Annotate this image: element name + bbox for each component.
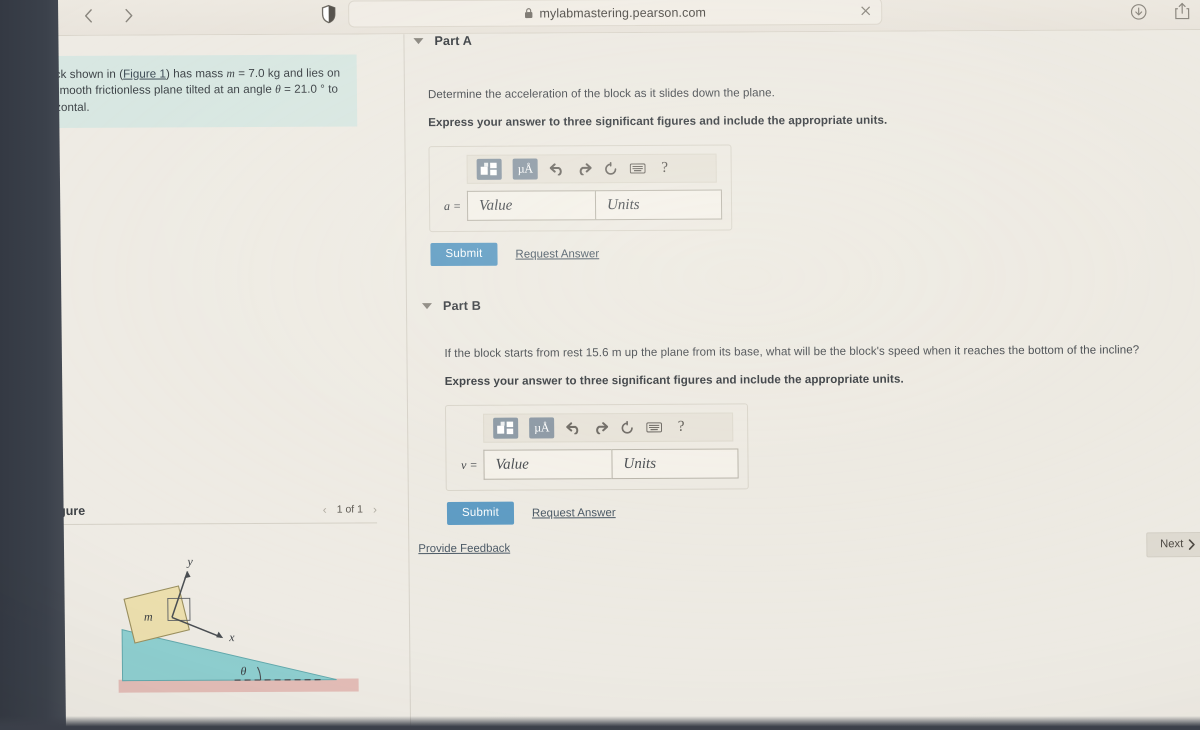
part-a-header[interactable]: Part A xyxy=(405,30,1200,48)
part-a-units-input[interactable]: Units xyxy=(594,189,723,221)
part-b-answer-widget: µÅ ? v = Value Units xyxy=(444,403,749,491)
chevron-right-icon xyxy=(1188,538,1195,550)
help-icon[interactable]: ? xyxy=(657,160,673,176)
next-button[interactable]: Next xyxy=(1145,532,1200,558)
template-icon[interactable] xyxy=(476,158,502,180)
figure-1-link[interactable]: Figure 1 xyxy=(123,67,166,80)
part-b-title: Part B xyxy=(442,298,482,314)
part-b-question: If the block starts from rest 15.6 m up … xyxy=(444,343,1140,360)
keyboard-icon[interactable] xyxy=(629,160,646,176)
part-a-actions: Submit Request Answer xyxy=(429,239,1200,267)
forward-arrow-icon[interactable] xyxy=(116,4,140,28)
problem-text-after-link: ) has mass xyxy=(165,67,227,81)
part-a-body: Determine the acceleration of the block … xyxy=(406,84,1200,267)
reset-icon[interactable] xyxy=(619,420,635,436)
part-a-request-answer-link[interactable]: Request Answer xyxy=(515,248,599,260)
part-a-section: Part A Determine the acceleration of the… xyxy=(405,30,1200,267)
svg-text:m: m xyxy=(144,610,153,624)
units-icon[interactable]: µÅ xyxy=(529,417,555,439)
part-a-value-input[interactable]: Value xyxy=(466,190,596,221)
redo-icon[interactable] xyxy=(592,420,608,436)
part-b-variable-label: v = xyxy=(461,457,478,472)
figure-header: Figure ‹ 1 of 1 › xyxy=(46,502,378,526)
chevron-left-icon[interactable]: ‹ xyxy=(323,503,327,517)
figure-page-count: 1 of 1 xyxy=(336,503,364,516)
share-icon[interactable] xyxy=(1170,0,1194,23)
mass-symbol: m xyxy=(226,67,235,81)
part-a-instruction: Express your answer to three significant… xyxy=(428,113,888,130)
part-b-units-input[interactable]: Units xyxy=(611,448,739,480)
photo-bottom-bezel xyxy=(0,716,1200,730)
address-bar-text: mylabmastering.pearson.com xyxy=(539,5,707,21)
privacy-shield-icon[interactable] xyxy=(321,4,336,29)
browser-window: mylabmastering.pearson.com The block sho xyxy=(0,0,1200,730)
units-icon[interactable]: µÅ xyxy=(512,158,538,180)
svg-text:y: y xyxy=(186,554,193,568)
redo-icon[interactable] xyxy=(576,161,592,177)
part-b-actions: Submit Request Answer xyxy=(446,498,1200,525)
part-b-input-row: v = Value Units xyxy=(455,448,739,480)
part-a-title: Part A xyxy=(434,33,473,49)
part-a-toolbar: µÅ ? xyxy=(466,153,717,184)
part-b-submit-button[interactable]: Submit xyxy=(446,501,515,525)
back-arrow-icon[interactable] xyxy=(76,4,100,28)
page-footer: Provide Feedback Next xyxy=(418,532,1200,561)
svg-text:θ: θ xyxy=(240,664,246,678)
answer-panel-column: Part A Determine the acceleration of the… xyxy=(405,29,1200,730)
part-a-variable-label: a = xyxy=(443,198,462,213)
keyboard-icon[interactable] xyxy=(646,419,663,435)
figure-pager: ‹ 1 of 1 › xyxy=(323,502,377,516)
undo-icon[interactable] xyxy=(565,420,581,436)
part-b-section: Part B If the block starts from rest 15.… xyxy=(408,295,1200,525)
help-icon[interactable]: ? xyxy=(673,419,689,435)
part-a-answer-widget: µÅ ? a = Value Units xyxy=(428,144,733,233)
reset-icon[interactable] xyxy=(603,161,619,177)
part-a-submit-button[interactable]: Submit xyxy=(430,242,498,267)
photo-of-screen: mylabmastering.pearson.com The block sho xyxy=(0,0,1200,730)
close-icon[interactable] xyxy=(860,5,871,18)
part-b-instruction: Express your answer to three significant… xyxy=(444,372,904,388)
part-b-value-input[interactable]: Value xyxy=(483,449,612,480)
browser-actions-group xyxy=(1126,0,1194,23)
page-content: The block shown in (Figure 1) has mass m… xyxy=(0,29,1200,730)
part-b-body: If the block starts from rest 15.6 m up … xyxy=(408,343,1200,525)
caret-down-icon[interactable] xyxy=(421,303,433,310)
address-bar[interactable]: mylabmastering.pearson.com xyxy=(348,0,883,28)
chevron-right-icon[interactable]: › xyxy=(373,502,377,516)
template-icon[interactable] xyxy=(493,417,519,439)
next-button-label: Next xyxy=(1160,538,1184,551)
part-a-input-row: a = Value Units xyxy=(439,189,723,221)
provide-feedback-link[interactable]: Provide Feedback xyxy=(418,542,510,554)
svg-text:x: x xyxy=(228,630,235,644)
problem-statement-text: The block shown in (Figure 1) has mass m… xyxy=(16,66,345,117)
lock-icon xyxy=(524,8,533,19)
download-icon[interactable] xyxy=(1126,0,1150,23)
caret-down-icon[interactable] xyxy=(413,38,424,45)
part-b-request-answer-link[interactable]: Request Answer xyxy=(532,507,616,519)
undo-icon[interactable] xyxy=(549,161,565,177)
part-a-question: Determine the acceleration of the block … xyxy=(427,86,775,102)
part-b-header[interactable]: Part B xyxy=(408,295,1200,313)
part-b-toolbar: µÅ ? xyxy=(483,412,734,443)
figure-diagram[interactable]: m y x θ xyxy=(107,542,379,708)
